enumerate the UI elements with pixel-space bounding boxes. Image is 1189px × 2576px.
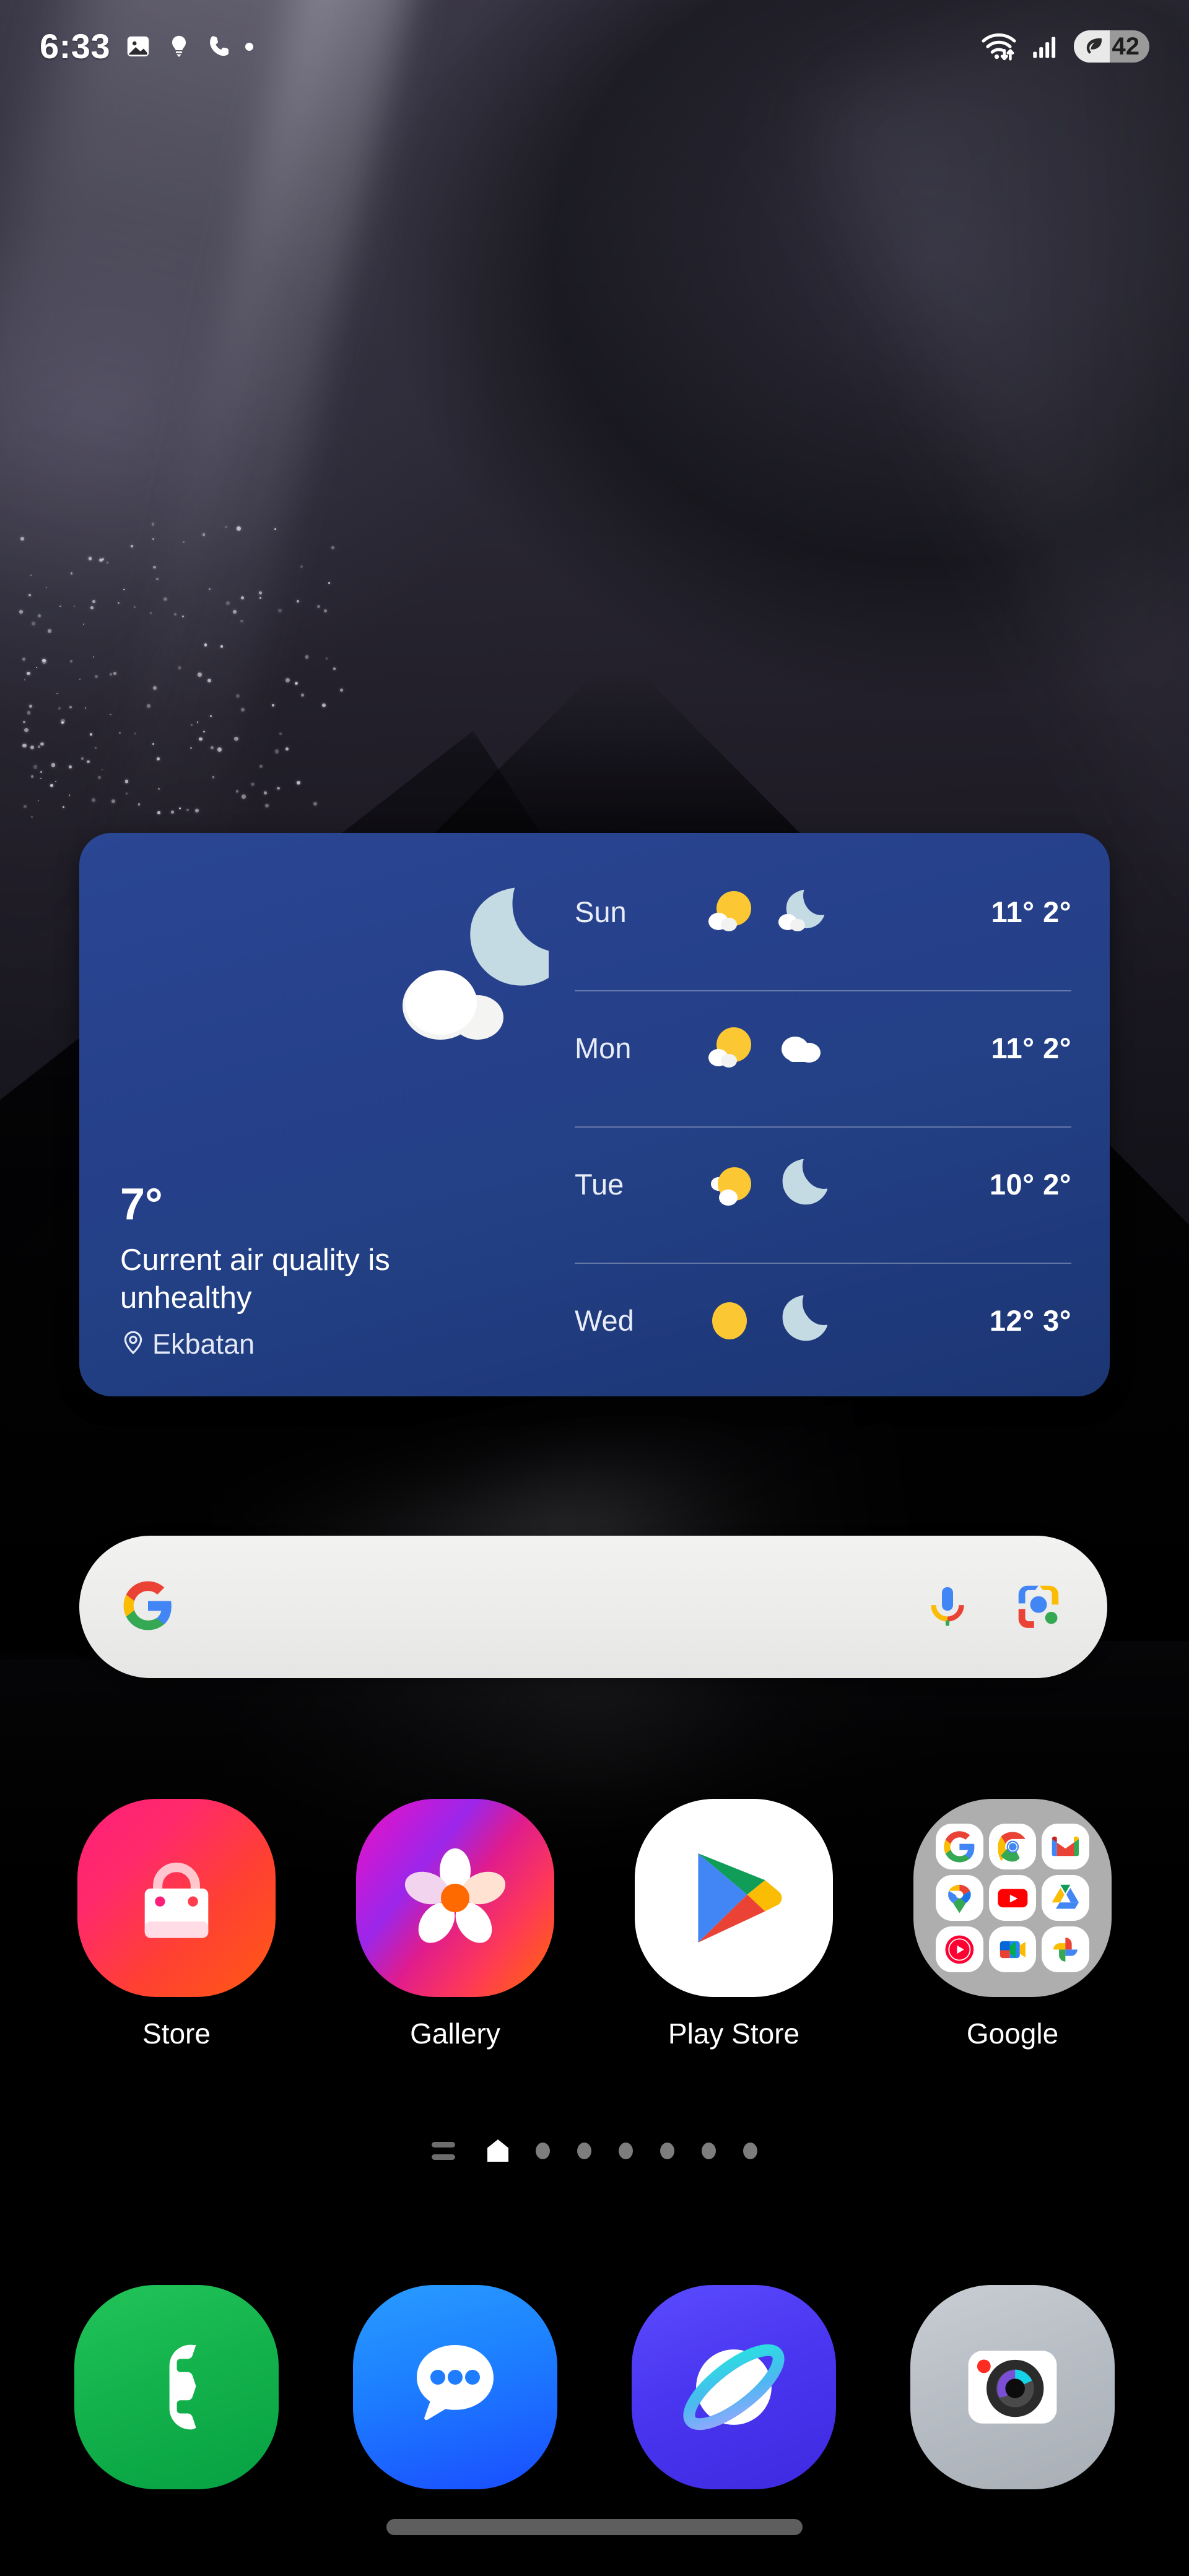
folder-app-youtube: [988, 1875, 1037, 1921]
dock-item-messages[interactable]: [316, 2285, 594, 2489]
status-bar-left: 6:33: [40, 27, 254, 66]
weather-current-temp: 7°: [120, 1179, 163, 1229]
lightbulb-icon: [166, 32, 192, 61]
page-dot[interactable]: [536, 2142, 550, 2159]
location-pin-icon: [120, 1328, 146, 1360]
page-dot[interactable]: [577, 2142, 591, 2159]
internet-icon[interactable]: [632, 2285, 836, 2489]
app-label: Store: [142, 2017, 211, 2050]
forecast-temps: 12° 3°: [989, 1303, 1071, 1337]
app-item-gallery[interactable]: Gallery: [316, 1799, 594, 2050]
image-icon: [124, 32, 152, 61]
forecast-day-label: Tue: [575, 1167, 624, 1201]
weather-air-quality-text: Current air quality is unhealthy: [120, 1243, 390, 1315]
galaxy-store-icon[interactable]: [77, 1799, 276, 1997]
forecast-row: Sun 11° 2°: [575, 854, 1071, 969]
folder-app-drive: [1042, 1875, 1089, 1921]
app-label: Gallery: [410, 2017, 500, 2050]
google-search-bar[interactable]: [79, 1536, 1107, 1678]
folder-app-yt-music: [936, 1926, 983, 1972]
folder-app-gmail: [1042, 1824, 1089, 1869]
gesture-navigation-pill[interactable]: [386, 2519, 803, 2535]
forecast-day-label: Wed: [575, 1303, 634, 1337]
forecast-icons: [705, 1023, 866, 1073]
forecast-row: Tue 10° 2°: [575, 1126, 1071, 1242]
weather-location-row: Ekbatan: [120, 1328, 568, 1360]
microphone-icon[interactable]: [923, 1581, 972, 1634]
forecast-row: Wed 12° 3°: [575, 1263, 1071, 1378]
moon-icon: [782, 1159, 827, 1205]
forecast-temps: 11° 2°: [991, 1031, 1071, 1064]
dot-indicator: [245, 42, 254, 51]
weather-location-label: Ekbatan: [152, 1328, 255, 1360]
app-label: Google: [966, 2017, 1059, 2050]
messages-icon[interactable]: [353, 2285, 557, 2489]
status-bar: 6:33 42: [0, 0, 1189, 93]
weather-current-panel: 7° Current air quality is unhealthy Ekba…: [79, 833, 570, 1396]
wifi-data-icon: [980, 31, 1018, 62]
dock: [37, 2285, 1152, 2489]
folder-app-photos: [1042, 1926, 1089, 1972]
page-dot[interactable]: [660, 2142, 674, 2159]
cellular-signal-icon: [1032, 32, 1060, 61]
sun-cloud-icon: [708, 891, 751, 931]
moon-cloud-icon: [363, 874, 570, 1053]
sun-cloud-icon: [711, 1167, 751, 1206]
forecast-icons: [705, 1295, 866, 1345]
dock-item-phone[interactable]: [37, 2285, 316, 2489]
page-dot-home-active[interactable]: [487, 2139, 508, 2162]
folder-app-meet: [988, 1926, 1037, 1972]
page-dot[interactable]: [619, 2142, 633, 2159]
phone-icon[interactable]: [74, 2285, 279, 2489]
phone-call-icon: [206, 32, 232, 61]
wallpaper-light-streak: [811, 0, 1189, 951]
google-g-icon: [121, 1579, 175, 1635]
sun-icon: [712, 1302, 747, 1339]
battery-percent-label: 42: [1112, 33, 1140, 60]
page-dot[interactable]: [702, 2142, 716, 2159]
moon-icon: [782, 1295, 827, 1341]
google-folder-icon[interactable]: [913, 1799, 1112, 1997]
hamburger-lines-icon[interactable]: [432, 2141, 455, 2160]
forecast-row: Mon 11° 2°: [575, 990, 1071, 1105]
gallery-flower-icon[interactable]: [356, 1799, 554, 1997]
dock-item-internet[interactable]: [594, 2285, 873, 2489]
status-bar-right: 42: [980, 30, 1149, 63]
camera-icon[interactable]: [910, 2285, 1115, 2489]
sun-cloud-icon: [708, 1027, 751, 1068]
forecast-icons: [705, 1159, 866, 1209]
forecast-icons: [705, 887, 866, 936]
forecast-temps: 11° 2°: [991, 895, 1071, 928]
moon-cloud-icon: [778, 889, 825, 931]
folder-app-google: [936, 1824, 983, 1869]
forecast-day-label: Mon: [575, 1031, 632, 1064]
search-input[interactable]: [175, 1536, 923, 1678]
status-bar-clock: 6:33: [40, 27, 111, 66]
forecast-day-label: Sun: [575, 895, 627, 928]
app-item-play-store[interactable]: Play Store: [594, 1799, 873, 2050]
cloud-icon: [782, 1037, 821, 1063]
page-indicator: [0, 2139, 1189, 2162]
weather-forecast-list: Sun 11° 2° Mon 11° 2° Tue 10° 2° Wed 12°…: [568, 833, 1110, 1396]
play-store-icon[interactable]: [635, 1799, 833, 1997]
app-item-store[interactable]: Store: [37, 1799, 316, 2050]
folder-app-chrome: [988, 1824, 1037, 1869]
wallpaper-sparkles: [0, 495, 384, 842]
battery-status-badge: 42: [1073, 30, 1149, 63]
folder-app-maps: [936, 1875, 983, 1921]
weather-widget[interactable]: 7° Current air quality is unhealthy Ekba…: [79, 833, 1110, 1396]
power-saving-leaf-icon: [1073, 30, 1110, 63]
app-label: Play Store: [668, 2017, 800, 2050]
google-lens-icon[interactable]: [1012, 1579, 1065, 1635]
home-screen: 6:33 42 7° Current air quality is unheal…: [0, 0, 1189, 2576]
app-item-google-folder[interactable]: Google: [873, 1799, 1152, 2050]
page-dot[interactable]: [743, 2142, 757, 2159]
app-grid: Store Gallery Play Store Google: [37, 1799, 1152, 2050]
forecast-temps: 10° 2°: [989, 1167, 1071, 1201]
dock-item-camera[interactable]: [873, 2285, 1152, 2489]
